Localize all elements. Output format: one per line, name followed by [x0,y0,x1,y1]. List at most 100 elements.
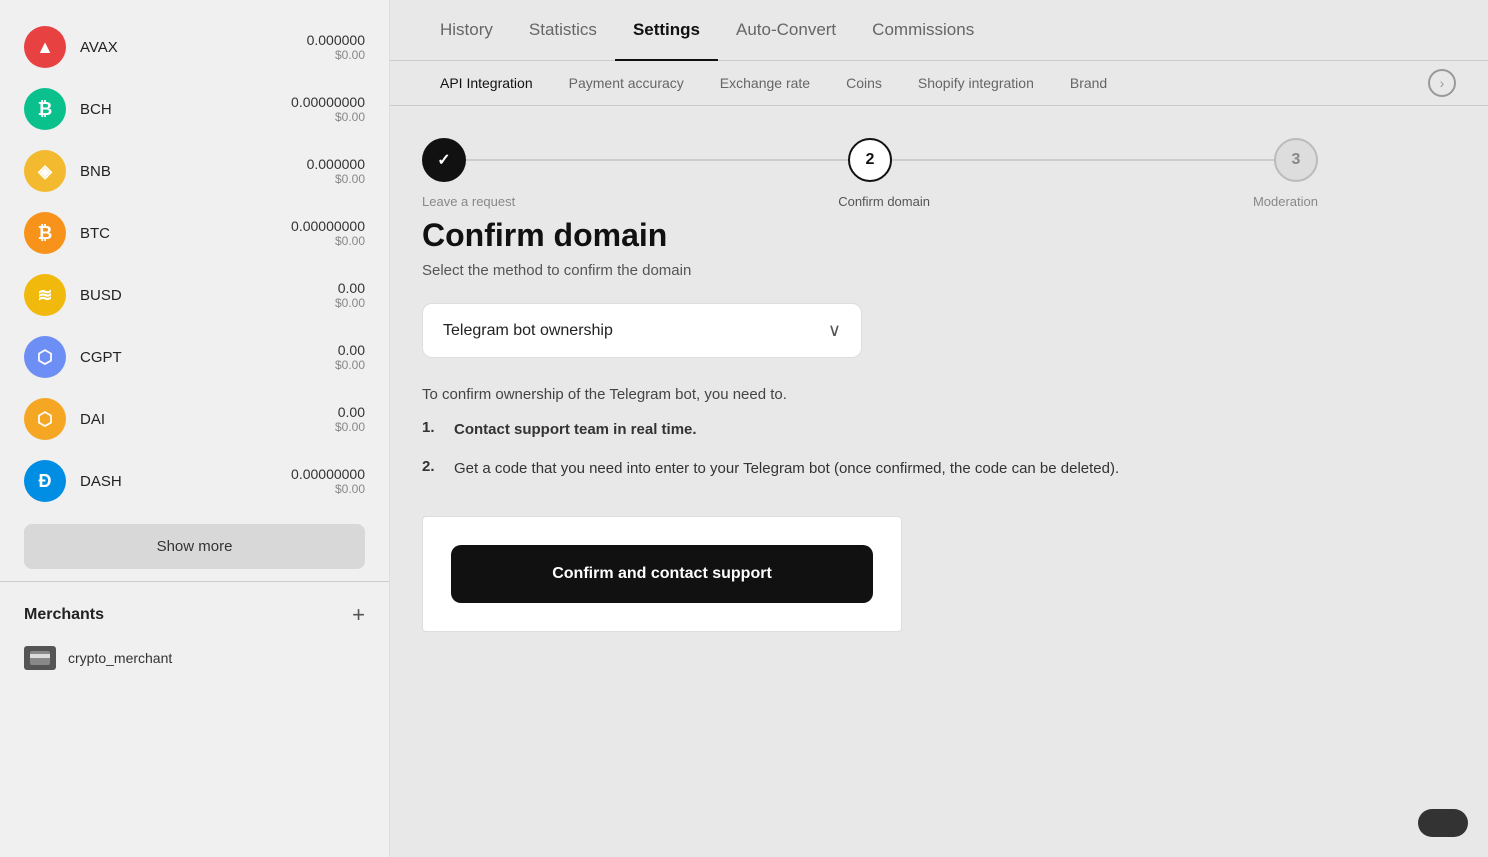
instruction-list: 1. Contact support team in real time. 2.… [422,419,1318,480]
sidebar: ▲ AVAX 0.000000 $0.00 ₿ BCH 0.00000000 $… [0,0,390,857]
merchants-section: Merchants + [0,594,389,636]
coin-row-dai[interactable]: ⬡ DAI 0.00 $0.00 [0,388,389,450]
coin-row-btc[interactable]: ₿ BTC 0.00000000 $0.00 [0,202,389,264]
coin-values-bnb: 0.000000 $0.00 [307,156,365,186]
tab-history[interactable]: History [422,0,511,60]
tab-auto-convert[interactable]: Auto-Convert [718,0,854,60]
sub-nav-scroll-right[interactable]: › [1428,69,1456,97]
sub-nav-brand[interactable]: Brand [1052,61,1125,105]
coin-usd-cgpt: $0.00 [335,358,365,372]
nav-tabs: History Statistics Settings Auto-Convert… [390,0,1488,61]
coin-row-dash[interactable]: Đ DASH 0.00000000 $0.00 [0,450,389,512]
tab-commissions[interactable]: Commissions [854,0,992,60]
coin-values-avax: 0.000000 $0.00 [307,32,365,62]
stepper: ✓ 2 3 Leave a request Confirm domain Mod… [422,138,1318,209]
sub-nav: API Integration Payment accuracy Exchang… [390,61,1488,106]
tab-settings[interactable]: Settings [615,0,718,60]
coin-amount-dash: 0.00000000 [291,466,365,482]
instruction-num-1: 1. [422,419,442,436]
dropdown-selected-label: Telegram bot ownership [443,322,613,340]
coin-values-dash: 0.00000000 $0.00 [291,466,365,496]
merchant-row[interactable]: crypto_merchant [0,636,389,680]
confirm-area: Confirm and contact support [422,516,902,632]
coin-usd-avax: $0.00 [307,48,365,62]
coin-usd-dash: $0.00 [291,482,365,496]
coin-name-busd: BUSD [80,287,321,304]
coin-usd-bnb: $0.00 [307,172,365,186]
step-2: 2 [848,138,892,182]
coin-icon-avax: ▲ [24,26,66,68]
settings-content: ✓ 2 3 Leave a request Confirm domain Mod… [390,106,1350,664]
coin-values-bch: 0.00000000 $0.00 [291,94,365,124]
step-line-1 [466,159,848,161]
coin-usd-bch: $0.00 [291,110,365,124]
sub-nav-coins[interactable]: Coins [828,61,900,105]
coin-icon-btc: ₿ [24,212,66,254]
tab-statistics[interactable]: Statistics [511,0,615,60]
show-more-button[interactable]: Show more [24,524,365,569]
instruction-text-2: Get a code that you need into enter to y… [454,458,1119,481]
step-2-label: Confirm domain [838,194,930,209]
coin-icon-busd: ≋ [24,274,66,316]
coin-values-busd: 0.00 $0.00 [335,280,365,310]
step-line-2 [892,159,1274,161]
sub-nav-payment[interactable]: Payment accuracy [551,61,702,105]
sub-nav-shopify[interactable]: Shopify integration [900,61,1052,105]
coin-icon-cgpt: ⬡ [24,336,66,378]
method-dropdown[interactable]: Telegram bot ownership ∨ [422,303,862,358]
step-2-circle: 2 [848,138,892,182]
coin-name-btc: BTC [80,225,277,242]
coin-icon-dai: ⬡ [24,398,66,440]
sub-nav-api[interactable]: API Integration [422,61,551,105]
coin-amount-bnb: 0.000000 [307,156,365,172]
coin-amount-avax: 0.000000 [307,32,365,48]
coin-name-cgpt: CGPT [80,349,321,366]
merchants-label: Merchants [24,606,104,624]
coin-amount-bch: 0.00000000 [291,94,365,110]
sidebar-divider [0,581,389,582]
coin-values-cgpt: 0.00 $0.00 [335,342,365,372]
coin-values-dai: 0.00 $0.00 [335,404,365,434]
coin-amount-busd: 0.00 [335,280,365,296]
merchant-icon [24,646,56,670]
chat-bubble[interactable] [1418,809,1468,837]
coin-amount-cgpt: 0.00 [335,342,365,358]
instruction-num-2: 2. [422,458,442,475]
step-1-label: Leave a request [422,194,515,209]
instruction-text-1: Contact support team in real time. [454,419,697,442]
step-3-circle: 3 [1274,138,1318,182]
coin-row-busd[interactable]: ≋ BUSD 0.00 $0.00 [0,264,389,326]
sub-nav-exchange[interactable]: Exchange rate [702,61,828,105]
step-1: ✓ [422,138,466,182]
coin-name-bch: BCH [80,101,277,118]
instruction-intro: To confirm ownership of the Telegram bot… [422,386,1318,403]
coin-icon-bnb: ◈ [24,150,66,192]
coin-row-bch[interactable]: ₿ BCH 0.00000000 $0.00 [0,78,389,140]
page-subtitle: Select the method to confirm the domain [422,262,1318,279]
coin-usd-btc: $0.00 [291,234,365,248]
coin-row-avax[interactable]: ▲ AVAX 0.000000 $0.00 [0,16,389,78]
coin-icon-dash: Đ [24,460,66,502]
merchant-name: crypto_merchant [68,650,172,666]
coin-name-avax: AVAX [80,39,293,56]
coin-name-dash: DASH [80,473,277,490]
stepper-row: ✓ 2 3 [422,138,1318,182]
coin-icon-bch: ₿ [24,88,66,130]
coin-name-bnb: BNB [80,163,293,180]
step-3: 3 [1274,138,1318,182]
chevron-down-icon: ∨ [828,320,841,341]
coin-row-cgpt[interactable]: ⬡ CGPT 0.00 $0.00 [0,326,389,388]
coin-amount-dai: 0.00 [335,404,365,420]
instruction-item-1: 1. Contact support team in real time. [422,419,1318,442]
stepper-labels: Leave a request Confirm domain Moderatio… [422,186,1318,209]
merchants-add-button[interactable]: + [352,604,365,626]
coin-usd-busd: $0.00 [335,296,365,310]
main-content: History Statistics Settings Auto-Convert… [390,0,1488,857]
confirm-contact-support-button[interactable]: Confirm and contact support [451,545,873,603]
coin-amount-btc: 0.00000000 [291,218,365,234]
coin-row-bnb[interactable]: ◈ BNB 0.000000 $0.00 [0,140,389,202]
step-1-circle: ✓ [422,138,466,182]
coin-name-dai: DAI [80,411,321,428]
coin-values-btc: 0.00000000 $0.00 [291,218,365,248]
coin-usd-dai: $0.00 [335,420,365,434]
